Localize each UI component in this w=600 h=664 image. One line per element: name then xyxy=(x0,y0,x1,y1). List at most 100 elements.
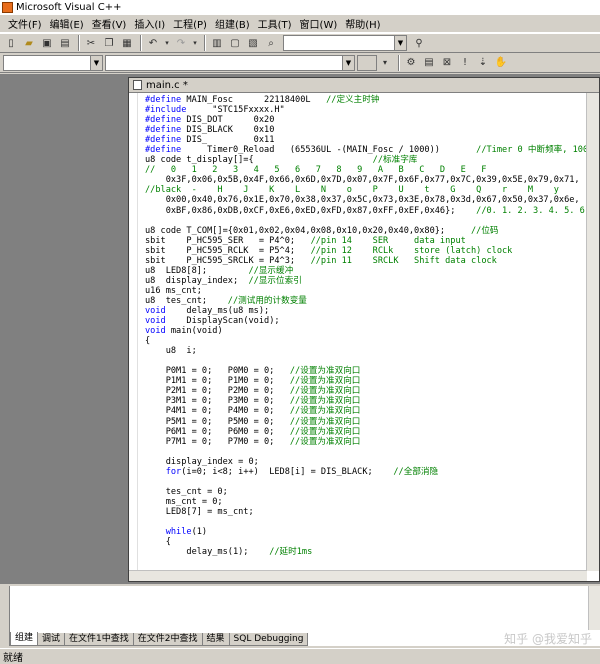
window-list-icon[interactable]: ▧ xyxy=(245,35,261,51)
redo-icon[interactable]: ↷ xyxy=(173,35,189,51)
menu-item[interactable]: 窗口(W) xyxy=(296,16,342,31)
menu-item[interactable]: 插入(I) xyxy=(130,16,169,31)
source-code[interactable]: #define MAIN_Fosc 22118400L //定义主时钟 #incl… xyxy=(145,95,587,557)
code-line[interactable] xyxy=(145,447,587,457)
code-line[interactable]: u8 LED8[8]; //显示缓冲 xyxy=(145,266,587,276)
code-line[interactable]: display_index = 0; xyxy=(145,457,587,467)
code-line[interactable]: #include "STC15Fxxxx.H" xyxy=(145,105,587,115)
code-line[interactable]: u8 code T_COM[]={0x01,0x02,0x04,0x08,0x1… xyxy=(145,226,587,236)
class-combo[interactable]: ▼ xyxy=(3,54,103,71)
copy-icon[interactable]: ❐ xyxy=(101,35,117,51)
code-line[interactable] xyxy=(145,356,587,366)
code-line[interactable]: 0x3F,0x06,0x5B,0x4F,0x66,0x6D,0x7D,0x07,… xyxy=(145,175,587,185)
code-line[interactable]: u8 i; xyxy=(145,346,587,356)
output-tab[interactable]: 调试 xyxy=(37,633,66,646)
code-line[interactable]: u8 tes_cnt; //测试用的计数变量 xyxy=(145,296,587,306)
code-line[interactable]: sbit P_HC595_SRCLK = P4^3; //pin 11 SRCL… xyxy=(145,256,587,266)
code-line[interactable]: //black - H J K L N o P U t G Q r M y xyxy=(145,185,587,195)
output-icon[interactable]: ▢ xyxy=(227,35,243,51)
output-dock-handle[interactable] xyxy=(0,586,10,646)
function-combo[interactable] xyxy=(357,54,377,71)
code-line[interactable]: void main(void) xyxy=(145,326,587,336)
menu-item[interactable]: 工程(P) xyxy=(169,16,211,31)
code-line[interactable]: u8 display_index; //显示位索引 xyxy=(145,276,587,286)
code-line[interactable]: P1M1 = 0; P1M0 = 0; //设置为准双向口 xyxy=(145,376,587,386)
find-combo[interactable]: ▼ xyxy=(283,35,407,51)
menu-item[interactable]: 查看(V) xyxy=(88,16,131,31)
code-text: sbit P_HC595_SER = P4^0; xyxy=(145,235,311,246)
workspace-icon[interactable]: ▥ xyxy=(209,35,225,51)
go-icon[interactable]: ⇣ xyxy=(475,55,491,71)
execute-icon[interactable]: ! xyxy=(457,55,473,71)
menu-item[interactable]: 编辑(E) xyxy=(46,16,88,31)
code-line[interactable]: #define MAIN_Fosc 22118400L //定义主时钟 xyxy=(145,95,587,105)
open-folder-icon[interactable]: ▰ xyxy=(21,35,37,51)
code-editor[interactable]: #define MAIN_Fosc 22118400L //定义主时钟 #incl… xyxy=(129,93,587,571)
code-line[interactable]: tes_cnt = 0; xyxy=(145,487,587,497)
compile-icon[interactable]: ⚙ xyxy=(403,55,419,71)
code-line[interactable]: 0xBF,0x86,0xDB,0xCF,0xE6,0xED,0xFD,0x87,… xyxy=(145,206,587,216)
code-line[interactable]: #define Timer0_Reload (65536UL -(MAIN_Fo… xyxy=(145,145,587,155)
code-line[interactable]: P2M1 = 0; P2M0 = 0; //设置为准双向口 xyxy=(145,386,587,396)
undo-dropdown-icon[interactable]: ▾ xyxy=(163,35,171,51)
output-tab[interactable]: 结果 xyxy=(201,633,230,646)
code-line[interactable]: ms_cnt = 0; xyxy=(145,497,587,507)
editor-gutter[interactable] xyxy=(129,93,138,571)
find-icon[interactable]: ⚲ xyxy=(411,35,427,51)
chevron-down-icon[interactable]: ▼ xyxy=(90,55,102,70)
chevron-down-icon[interactable]: ▼ xyxy=(342,55,354,70)
cut-icon[interactable]: ✂ xyxy=(83,35,99,51)
horizontal-scrollbar[interactable] xyxy=(129,570,587,581)
code-line[interactable]: u16 ms_cnt; xyxy=(145,286,587,296)
document-title-bar[interactable]: main.c * xyxy=(129,78,599,93)
find-in-files-icon[interactable]: ⌕ xyxy=(263,35,279,51)
menu-item[interactable]: 文件(F) xyxy=(4,16,46,31)
output-tab[interactable]: SQL Debugging xyxy=(228,633,309,646)
code-line[interactable]: sbit P_HC595_SER = P4^0; //pin 14 SER da… xyxy=(145,236,587,246)
output-tab[interactable]: 组建 xyxy=(10,632,39,646)
redo-dropdown-icon[interactable]: ▾ xyxy=(191,35,199,51)
paste-icon[interactable]: ▦ xyxy=(119,35,135,51)
code-line[interactable]: P6M1 = 0; P6M0 = 0; //设置为准双向口 xyxy=(145,427,587,437)
code-line[interactable]: // 0 1 2 3 4 5 6 7 8 9 A B C D E F xyxy=(145,165,587,175)
code-line[interactable]: LED8[7] = ms_cnt; xyxy=(145,507,587,517)
code-line[interactable]: #define DIS_DOT 0x20 xyxy=(145,115,587,125)
new-file-icon[interactable]: ▯ xyxy=(3,35,19,51)
code-line[interactable]: { xyxy=(145,537,587,547)
undo-icon[interactable]: ↶ xyxy=(145,35,161,51)
save-all-icon[interactable]: ▤ xyxy=(57,35,73,51)
code-line[interactable]: delay_ms(1); //延时1ms xyxy=(145,547,587,557)
code-line[interactable] xyxy=(145,517,587,527)
code-line[interactable]: P4M1 = 0; P4M0 = 0; //设置为准双向口 xyxy=(145,406,587,416)
code-line[interactable] xyxy=(145,216,587,226)
code-line[interactable]: void DisplayScan(void); xyxy=(145,316,587,326)
code-line[interactable]: #define DIS_ 0x11 xyxy=(145,135,587,145)
code-line[interactable]: P0M1 = 0; P0M0 = 0; //设置为准双向口 xyxy=(145,366,587,376)
menu-item[interactable]: 帮助(H) xyxy=(341,16,384,31)
wizard-action-icon[interactable]: ▾ xyxy=(377,55,393,71)
code-line[interactable]: for(i=0; i<8; i++) LED8[i] = DIS_BLACK; … xyxy=(145,467,587,477)
output-tab[interactable]: 在文件2中查找 xyxy=(132,633,203,646)
output-tab[interactable]: 在文件1中查找 xyxy=(64,633,134,646)
menu-item[interactable]: 组建(B) xyxy=(211,16,254,31)
code-line[interactable]: void delay_ms(u8 ms); xyxy=(145,306,587,316)
code-line[interactable]: P3M1 = 0; P3M0 = 0; //设置为准双向口 xyxy=(145,396,587,406)
code-line[interactable]: P7M1 = 0; P7M0 = 0; //设置为准双向口 xyxy=(145,437,587,447)
code-line[interactable]: #define DIS_BLACK 0x10 xyxy=(145,125,587,135)
chevron-down-icon[interactable]: ▼ xyxy=(394,36,406,50)
member-combo[interactable]: ▼ xyxy=(105,54,355,71)
breakpoint-icon[interactable]: ✋ xyxy=(493,55,509,71)
build-icon[interactable]: ▤ xyxy=(421,55,437,71)
code-line[interactable]: { xyxy=(145,336,587,346)
save-icon[interactable]: ▣ xyxy=(39,35,55,51)
code-line[interactable] xyxy=(145,477,587,487)
code-line[interactable]: 0x00,0x40,0x76,0x1E,0x70,0x38,0x37,0x5C,… xyxy=(145,195,587,205)
code-line[interactable]: P5M1 = 0; P5M0 = 0; //设置为准双向口 xyxy=(145,417,587,427)
output-scrollbar[interactable] xyxy=(588,586,600,630)
code-line[interactable]: while(1) xyxy=(145,527,587,537)
code-line[interactable]: sbit P_HC595_RCLK = P5^4; //pin 12 RCLk … xyxy=(145,246,587,256)
vertical-scrollbar[interactable] xyxy=(586,93,599,571)
code-line[interactable]: u8 code t_display[]={ //标准字库 xyxy=(145,155,587,165)
stop-build-icon[interactable]: ⊠ xyxy=(439,55,455,71)
menu-item[interactable]: 工具(T) xyxy=(254,16,296,31)
